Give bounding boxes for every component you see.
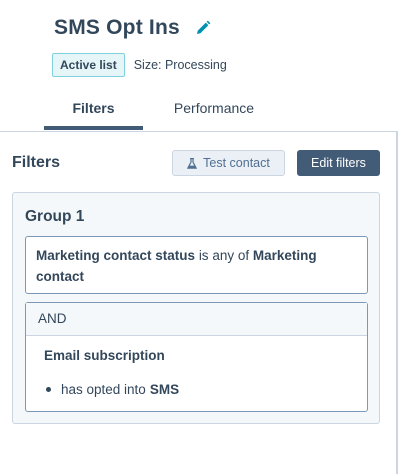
bullet-dot — [46, 387, 51, 392]
and-connector: AND — [26, 303, 367, 336]
page-title: SMS Opt Ins — [54, 16, 180, 39]
list-header: SMS Opt Ins Active list Size: Processing… — [0, 0, 398, 132]
title-row: SMS Opt Ins — [54, 16, 212, 40]
test-contact-button[interactable]: Test contact — [172, 150, 285, 176]
filter-card-marketing-status[interactable]: Marketing contact status is any of Marke… — [25, 236, 368, 294]
filter-group: Group 1 Marketing contact status is any … — [12, 192, 380, 424]
tab-filters[interactable]: Filters — [44, 96, 143, 130]
list-size: Size: Processing — [133, 58, 227, 72]
tab-performance[interactable]: Performance — [143, 96, 285, 130]
flask-icon — [187, 157, 198, 169]
filter-operator: is any of — [198, 248, 250, 263]
filter-property: Marketing contact status — [36, 248, 196, 263]
condition-text: has opted into — [61, 382, 146, 397]
test-contact-label: Test contact — [203, 156, 270, 170]
filter-condition: has opted into SMS — [46, 382, 179, 397]
status-badge: Active list — [52, 53, 125, 77]
filter-card-email-subscription[interactable]: AND Email subscription has opted into SM… — [25, 302, 368, 412]
tab-bar: Filters Performance — [44, 96, 285, 130]
condition-value: SMS — [149, 382, 180, 397]
list-meta: Active list Size: Processing — [52, 53, 227, 77]
filters-panel-title: Filters — [12, 154, 61, 171]
header-divider — [0, 131, 398, 132]
filter-title: Email subscription — [44, 348, 165, 363]
pencil-icon[interactable] — [194, 19, 212, 37]
group-title: Group 1 — [25, 208, 85, 225]
edit-filters-button[interactable]: Edit filters — [297, 150, 380, 176]
